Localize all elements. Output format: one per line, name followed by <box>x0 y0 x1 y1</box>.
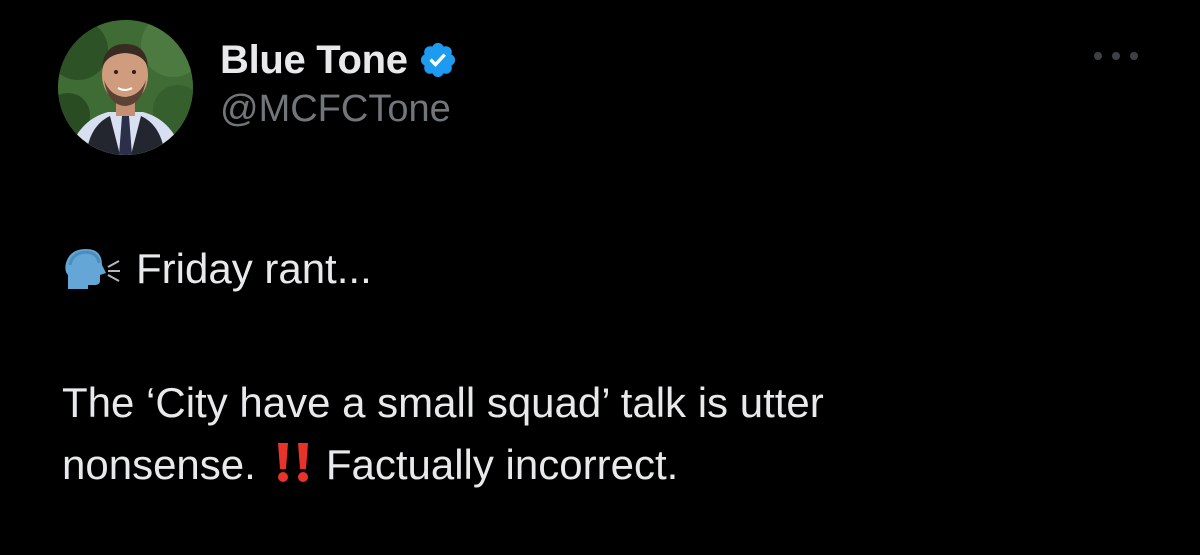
tweet-text: Friday rant... The ‘City have a small sq… <box>62 238 1152 496</box>
tweet-card: Blue Tone @MCFCTone Friday rant... The ‘… <box>0 0 1200 555</box>
tweet-line-2: The ‘City have a small squad’ talk is ut… <box>62 379 824 426</box>
tweet-line-1: Friday rant... <box>62 238 1152 300</box>
display-name[interactable]: Blue Tone <box>220 38 408 83</box>
more-options-button[interactable] <box>1094 46 1138 66</box>
handle[interactable]: @MCFCTone <box>220 88 458 131</box>
verified-badge-icon[interactable] <box>418 40 458 80</box>
name-row: Blue Tone <box>220 36 458 84</box>
tweet-line-3-start: nonsense. <box>62 441 256 488</box>
tweet-paragraph-2: The ‘City have a small squad’ talk is ut… <box>62 372 1152 496</box>
tweet-line-3-end: Factually incorrect. <box>325 441 679 488</box>
avatar[interactable] <box>58 20 193 155</box>
ellipsis-icon <box>1112 52 1120 60</box>
speaking-head-icon <box>62 245 122 293</box>
ellipsis-icon <box>1130 52 1138 60</box>
profile-photo-avatar-icon <box>58 20 193 155</box>
author-block: Blue Tone @MCFCTone <box>220 36 458 131</box>
ellipsis-icon <box>1094 52 1102 60</box>
tweet-line-1-text: Friday rant... <box>136 245 372 292</box>
double-exclamation-icon <box>270 439 316 485</box>
tweet-line-3: nonsense. Factually incorrect. <box>62 434 1152 496</box>
